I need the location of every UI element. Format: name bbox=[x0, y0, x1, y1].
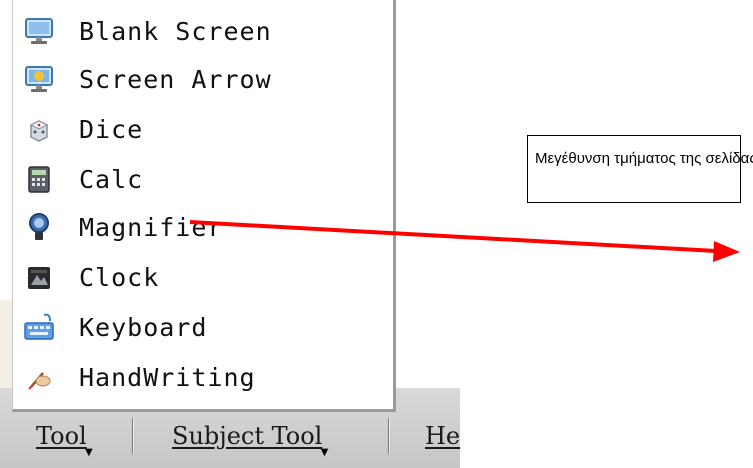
menu-item-clock[interactable]: Clock bbox=[13, 254, 393, 300]
menu-item-label: Clock bbox=[79, 262, 160, 292]
caret-down-icon: ▼ bbox=[85, 447, 93, 458]
menu-item-calc[interactable]: Calc bbox=[13, 156, 393, 202]
menu-item-handwriting[interactable]: HandWriting bbox=[13, 354, 393, 400]
menu-item-magnifier[interactable]: Magnifier bbox=[13, 204, 393, 250]
annotation-callout: Μεγέθυνση τμήματος της σελίδας bbox=[527, 135, 753, 203]
menu-item-label: Keyboard bbox=[79, 312, 208, 342]
caret-down-icon: ▼ bbox=[320, 447, 329, 458]
menu-item-label: Blank Screen bbox=[79, 16, 272, 46]
screen-arrow-icon bbox=[21, 61, 57, 97]
keyboard-icon bbox=[21, 309, 57, 345]
menubar-separator bbox=[132, 418, 134, 454]
menubar-subject-tool-label: Subject Tool bbox=[172, 422, 323, 450]
menubar-separator bbox=[388, 418, 390, 454]
dice-icon bbox=[21, 111, 57, 147]
menu-item-blank-screen[interactable]: Blank Screen bbox=[13, 8, 393, 54]
monitor-icon bbox=[21, 13, 57, 49]
handwriting-icon bbox=[21, 359, 57, 395]
annotation-callout-text: Μεγέθυνση τμήματος της σελίδας bbox=[535, 150, 753, 167]
calculator-icon bbox=[21, 161, 57, 197]
menubar-subject-tool[interactable]: Subject Tool ▼ bbox=[172, 422, 328, 458]
app-background-strip bbox=[0, 300, 12, 400]
menu-item-label: Magnifier bbox=[79, 212, 224, 242]
menubar-tool-label: Tool bbox=[36, 422, 87, 450]
menubar-tool[interactable]: Tool ▼ bbox=[36, 422, 93, 458]
menu-item-dice[interactable]: Dice bbox=[13, 106, 393, 152]
menubar-help-label: He bbox=[425, 422, 461, 450]
menu-item-screen-arrow[interactable]: Screen Arrow bbox=[13, 56, 393, 102]
menu-item-keyboard[interactable]: Keyboard bbox=[13, 304, 393, 350]
menubar-help[interactable]: He bbox=[425, 422, 460, 450]
menu-item-label: Screen Arrow bbox=[79, 64, 272, 94]
annotation-arrow-head bbox=[713, 241, 740, 262]
magnifier-icon bbox=[21, 209, 57, 245]
menu-item-label: Dice bbox=[79, 114, 144, 144]
tool-dropdown-menu: Blank Screen Screen Arrow Dice Calc Magn… bbox=[12, 0, 396, 412]
menu-item-label: HandWriting bbox=[79, 362, 256, 392]
menu-item-label: Calc bbox=[79, 164, 144, 194]
clock-icon bbox=[21, 259, 57, 295]
